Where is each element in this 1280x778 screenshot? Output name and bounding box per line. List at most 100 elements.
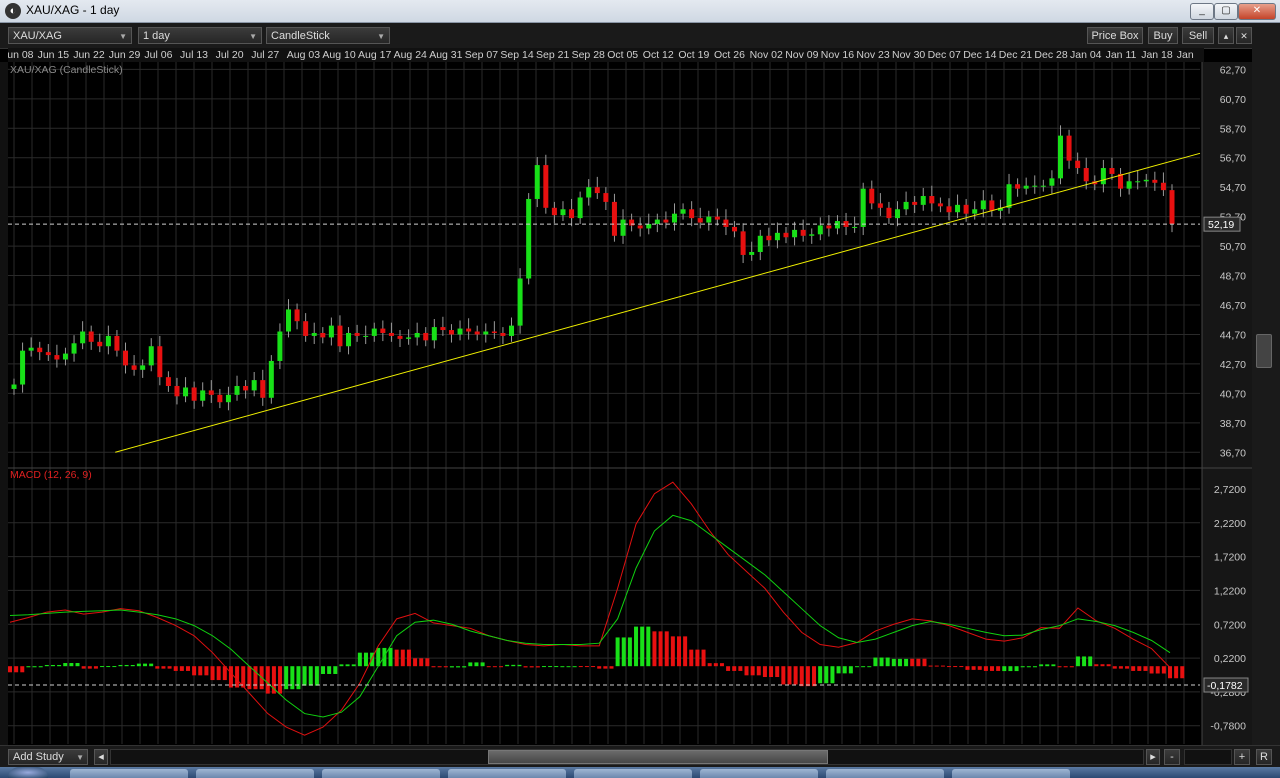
buy-button[interactable]: Buy bbox=[1148, 27, 1178, 44]
macd-histogram-bar bbox=[75, 663, 80, 667]
interval-dropdown[interactable]: 1 day ▼ bbox=[138, 27, 262, 44]
macd-histogram-bar bbox=[1088, 656, 1093, 667]
close-chart-icon[interactable]: ✕ bbox=[1236, 27, 1252, 44]
macd-histogram-bar bbox=[1082, 656, 1087, 667]
macd-histogram-bar bbox=[431, 666, 436, 668]
macd-histogram-bar bbox=[1008, 666, 1013, 672]
macd-histogram-bar bbox=[1149, 666, 1154, 674]
macd-histogram-bar bbox=[143, 663, 148, 667]
price-box-button[interactable]: Price Box bbox=[1087, 27, 1143, 44]
macd-histogram-bar bbox=[836, 666, 841, 674]
minimize-button[interactable]: _ bbox=[1190, 3, 1214, 20]
macd-histogram-bar bbox=[173, 666, 178, 671]
macd-histogram-bar bbox=[873, 657, 878, 667]
date-tick-label: Oct 12 bbox=[642, 49, 674, 61]
macd-histogram-bar bbox=[719, 663, 724, 667]
candle-up bbox=[526, 198, 532, 279]
date-tick-label: Jan bbox=[1176, 49, 1194, 61]
taskbar-item[interactable] bbox=[574, 769, 692, 778]
start-orb-icon[interactable] bbox=[8, 767, 48, 778]
candle-up bbox=[371, 328, 377, 336]
candle-up bbox=[11, 384, 17, 389]
candle-down bbox=[929, 196, 935, 204]
collapse-icon[interactable]: ▴ bbox=[1218, 27, 1234, 44]
candle-down bbox=[1015, 184, 1021, 189]
candle-down bbox=[912, 201, 918, 205]
candle-down bbox=[474, 331, 480, 335]
date-tick-label: Sep 07 bbox=[464, 49, 499, 61]
symbol-dropdown[interactable]: XAU/XAG ▼ bbox=[8, 27, 132, 44]
macd-histogram-bar bbox=[535, 666, 540, 668]
chart-type-dropdown[interactable]: CandleStick ▼ bbox=[266, 27, 390, 44]
macd-histogram-bar bbox=[787, 666, 792, 685]
macd-histogram-bar bbox=[523, 666, 528, 668]
macd-histogram-bar bbox=[842, 666, 847, 674]
macd-histogram-bar bbox=[726, 666, 731, 671]
taskbar-item[interactable] bbox=[952, 769, 1070, 778]
candle-down bbox=[1169, 190, 1175, 224]
candle-down bbox=[294, 309, 300, 322]
horizontal-scrollbar[interactable] bbox=[110, 749, 1144, 765]
date-tick-label: Dec 28 bbox=[1034, 49, 1068, 61]
candle-up bbox=[671, 213, 677, 223]
taskbar-item[interactable] bbox=[70, 769, 188, 778]
candle-down bbox=[174, 386, 180, 397]
macd-histogram-bar bbox=[394, 649, 399, 667]
candle-down bbox=[243, 386, 249, 391]
macd-histogram-bar bbox=[566, 666, 571, 668]
zoom-in-button[interactable]: + bbox=[1234, 749, 1250, 765]
date-tick-label: Nov 02 bbox=[749, 49, 783, 61]
sell-button[interactable]: Sell bbox=[1182, 27, 1214, 44]
close-button[interactable]: ✕ bbox=[1238, 3, 1276, 20]
price-tick-label: 50,70 bbox=[1220, 241, 1246, 253]
vertical-scroll-handle[interactable] bbox=[1256, 334, 1272, 368]
taskbar-item[interactable] bbox=[196, 769, 314, 778]
candle-down bbox=[1152, 179, 1158, 183]
add-study-button[interactable]: Add Study ▼ bbox=[8, 749, 88, 765]
taskbar-item[interactable] bbox=[448, 769, 566, 778]
macd-histogram-bar bbox=[1069, 666, 1074, 668]
candle-up bbox=[80, 331, 86, 344]
taskbar-item[interactable] bbox=[700, 769, 818, 778]
candle-up bbox=[834, 221, 840, 229]
macd-tick-label: 0,7200 bbox=[1214, 619, 1246, 631]
candle-down bbox=[714, 216, 720, 220]
reset-button[interactable]: R bbox=[1256, 749, 1272, 765]
macd-histogram-bar bbox=[793, 666, 798, 685]
macd-histogram-bar bbox=[474, 662, 479, 667]
candle-down bbox=[500, 332, 506, 336]
macd-histogram-bar bbox=[799, 666, 804, 687]
candle-up bbox=[183, 387, 189, 397]
macd-histogram-bar bbox=[959, 666, 964, 668]
candle-down bbox=[689, 209, 695, 219]
candle-down bbox=[491, 331, 497, 333]
maximize-button[interactable]: ▢ bbox=[1214, 3, 1238, 20]
macd-histogram-bar bbox=[400, 649, 405, 667]
candle-up bbox=[972, 209, 978, 214]
zoom-slider[interactable] bbox=[1184, 749, 1232, 765]
scroll-left-button[interactable]: ◂ bbox=[94, 749, 108, 765]
macd-histogram-bar bbox=[670, 636, 675, 667]
candle-down bbox=[569, 209, 575, 219]
candle-up bbox=[774, 232, 780, 241]
candle-down bbox=[320, 332, 326, 338]
chart-area[interactable]: 62,7060,7058,7056,7054,7052,7050,7048,70… bbox=[0, 62, 1252, 745]
zoom-out-button[interactable]: - bbox=[1164, 749, 1180, 765]
candle-down bbox=[337, 325, 343, 347]
macd-histogram-bar bbox=[321, 666, 326, 674]
macd-histogram-bar bbox=[388, 647, 393, 667]
candle-down bbox=[869, 188, 875, 204]
macd-histogram-bar bbox=[499, 666, 504, 668]
horizontal-scroll-thumb[interactable] bbox=[488, 750, 828, 764]
scroll-right-button[interactable]: ▸ bbox=[1146, 749, 1160, 765]
macd-histogram-bar bbox=[130, 664, 135, 667]
macd-histogram-bar bbox=[1014, 666, 1019, 672]
candle-up bbox=[860, 188, 866, 227]
window-title: XAU/XAG - 1 day bbox=[26, 3, 120, 17]
macd-histogram-bar bbox=[689, 649, 694, 667]
macd-histogram-bar bbox=[136, 663, 141, 667]
macd-histogram-bar bbox=[990, 666, 995, 671]
macd-histogram-bar bbox=[382, 647, 387, 667]
taskbar-item[interactable] bbox=[826, 769, 944, 778]
taskbar-item[interactable] bbox=[322, 769, 440, 778]
